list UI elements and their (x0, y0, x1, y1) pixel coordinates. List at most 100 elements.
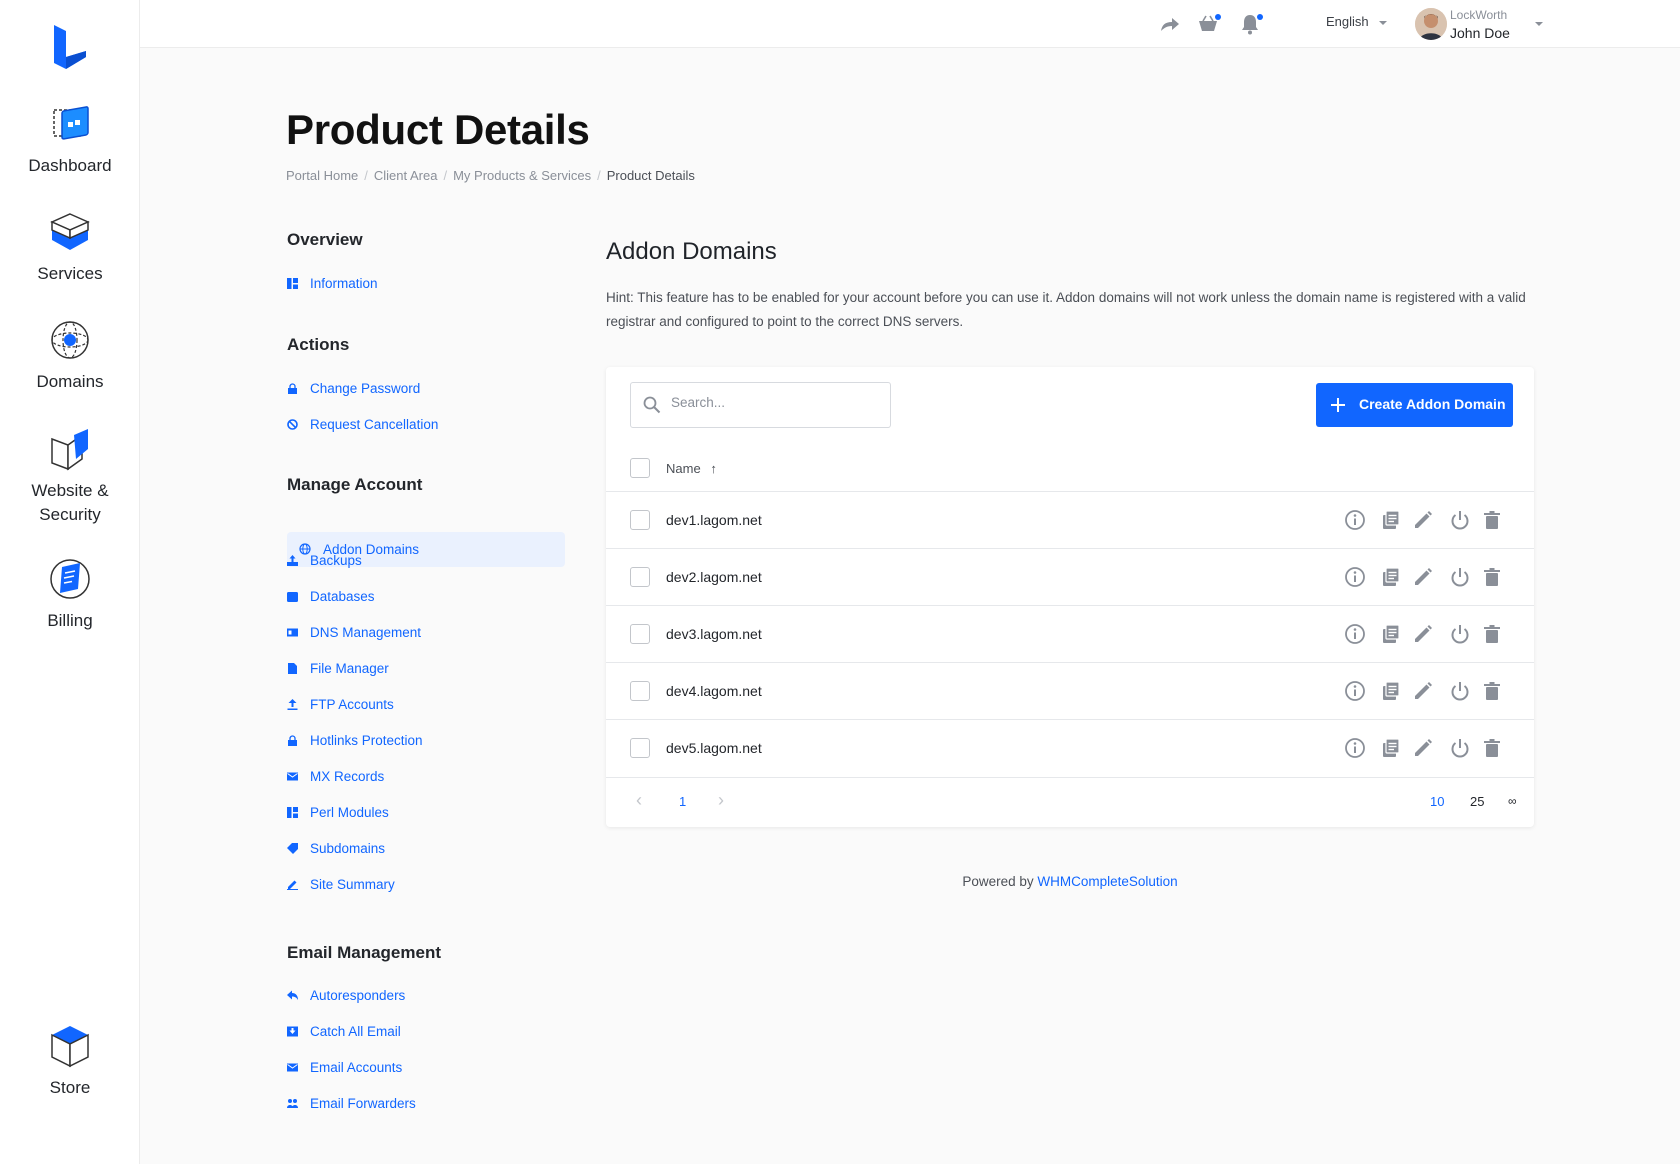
row-checkbox[interactable] (630, 624, 650, 644)
row-checkbox[interactable] (630, 738, 650, 758)
user-name[interactable]: John Doe (1450, 25, 1510, 41)
side-link-email-accounts[interactable]: Email Accounts (287, 1060, 402, 1075)
edit-pencil-icon[interactable] (1412, 509, 1434, 531)
dns-card-icon (287, 628, 298, 637)
edit-pencil-icon[interactable] (1412, 623, 1434, 645)
power-icon[interactable] (1449, 623, 1471, 645)
row-checkbox[interactable] (630, 567, 650, 587)
create-addon-domain-button[interactable]: Create Addon Domain (1316, 383, 1513, 427)
side-link-site-summary[interactable]: Site Summary (287, 877, 395, 892)
info-icon[interactable] (1344, 509, 1366, 531)
side-link-databases[interactable]: Databases (287, 589, 375, 604)
power-icon[interactable] (1449, 737, 1471, 759)
side-link-label: Subdomains (310, 841, 386, 856)
domain-name: dev2.lagom.net (666, 569, 762, 585)
table-row[interactable]: dev1.lagom.net (606, 491, 1534, 548)
side-link-subdomains[interactable]: Subdomains (287, 841, 385, 856)
info-icon[interactable] (1344, 566, 1366, 588)
footer-prefix: Powered by (962, 874, 1038, 889)
side-link-mx-records[interactable]: MX Records (287, 769, 384, 784)
domain-name: dev1.lagom.net (666, 512, 762, 528)
page-size-25[interactable]: 25 (1470, 794, 1484, 809)
side-link-email-forwarders[interactable]: Email Forwarders (287, 1096, 416, 1111)
language-selector[interactable]: English (1326, 14, 1387, 29)
document-list-icon[interactable] (1380, 623, 1402, 645)
side-link-dns-management[interactable]: DNS Management (287, 625, 421, 640)
side-link-file-manager[interactable]: File Manager (287, 661, 389, 676)
chevron-down-icon (1378, 20, 1387, 25)
sidebar-item-dashboard[interactable]: Dashboard (0, 100, 140, 178)
pen-icon (287, 880, 298, 890)
edit-pencil-icon[interactable] (1412, 566, 1434, 588)
edit-pencil-icon[interactable] (1412, 680, 1434, 702)
sidebar-item-website-security[interactable]: Website & Security (0, 425, 140, 527)
power-icon[interactable] (1449, 566, 1471, 588)
side-link-label: Site Summary (310, 877, 395, 892)
domain-name: dev3.lagom.net (666, 626, 762, 642)
side-link-hotlinks-protection[interactable]: Hotlinks Protection (287, 733, 423, 748)
search-input[interactable] (671, 395, 871, 410)
document-list-icon[interactable] (1380, 509, 1402, 531)
side-link-perl-modules[interactable]: Perl Modules (287, 805, 389, 820)
page-size-all[interactable]: ∞ (1508, 794, 1517, 808)
next-page-icon[interactable]: › (718, 790, 724, 811)
info-icon[interactable] (1344, 737, 1366, 759)
side-link-backups[interactable]: Backups (287, 553, 362, 568)
column-header-name[interactable]: Name ↑ (666, 461, 717, 476)
side-link-label: FTP Accounts (310, 697, 394, 712)
table-row[interactable]: dev4.lagom.net (606, 662, 1534, 719)
side-link-label: Autoresponders (310, 988, 406, 1003)
side-link-information[interactable]: Information (287, 276, 378, 291)
trash-icon[interactable] (1481, 623, 1503, 645)
page-number-current[interactable]: 1 (679, 794, 686, 809)
sidebar-item-services[interactable]: Services (0, 208, 140, 286)
breadcrumb-separator: / (443, 168, 448, 183)
power-icon[interactable] (1449, 680, 1471, 702)
info-icon[interactable] (1344, 623, 1366, 645)
power-icon[interactable] (1449, 509, 1471, 531)
table-row[interactable]: dev2.lagom.net (606, 548, 1534, 605)
side-link-autoresponders[interactable]: Autoresponders (287, 988, 405, 1003)
file-icon (288, 663, 297, 674)
tag-icon (287, 843, 298, 854)
edit-pencil-icon[interactable] (1412, 737, 1434, 759)
page-size-10[interactable]: 10 (1430, 794, 1444, 809)
side-link-request-cancellation[interactable]: Request Cancellation (287, 417, 438, 432)
trash-icon[interactable] (1481, 566, 1503, 588)
share-arrow-icon[interactable] (1158, 12, 1182, 36)
info-icon[interactable] (1344, 680, 1366, 702)
row-checkbox[interactable] (630, 510, 650, 530)
breadcrumb-portal-home[interactable]: Portal Home (286, 168, 358, 183)
document-list-icon[interactable] (1380, 737, 1402, 759)
trash-icon[interactable] (1481, 509, 1503, 531)
select-all-checkbox[interactable] (630, 458, 650, 478)
reply-icon (287, 990, 298, 1000)
side-link-catch-all-email[interactable]: Catch All Email (287, 1024, 401, 1039)
side-link-label: Email Accounts (310, 1060, 403, 1075)
table-row[interactable]: dev3.lagom.net (606, 605, 1534, 662)
lock-icon (288, 735, 297, 746)
ban-icon (287, 419, 298, 430)
billing-icon (50, 559, 90, 599)
sidebar-item-billing[interactable]: Billing (0, 555, 140, 633)
side-link-change-password[interactable]: Change Password (287, 381, 420, 396)
breadcrumb-client-area[interactable]: Client Area (374, 168, 438, 183)
user-menu-chevron-icon[interactable] (1535, 22, 1543, 26)
avatar[interactable] (1415, 8, 1447, 40)
lagom-logo-icon[interactable] (50, 25, 90, 70)
sidebar-item-domains[interactable]: Domains (0, 316, 140, 394)
sidebar-item-store[interactable]: Store (0, 1022, 140, 1100)
trash-icon[interactable] (1481, 680, 1503, 702)
sidebar-label-domains: Domains (36, 372, 104, 391)
search-box[interactable] (630, 382, 891, 428)
domain-name: dev5.lagom.net (666, 740, 762, 756)
side-link-ftp-accounts[interactable]: FTP Accounts (287, 697, 394, 712)
table-row[interactable]: dev5.lagom.net (606, 719, 1534, 776)
breadcrumb-my-products[interactable]: My Products & Services (453, 168, 591, 183)
prev-page-icon[interactable]: ‹ (636, 790, 642, 811)
trash-icon[interactable] (1481, 737, 1503, 759)
document-list-icon[interactable] (1380, 680, 1402, 702)
row-checkbox[interactable] (630, 681, 650, 701)
footer-whmcs-link[interactable]: WHMCompleteSolution (1037, 874, 1177, 889)
document-list-icon[interactable] (1380, 566, 1402, 588)
